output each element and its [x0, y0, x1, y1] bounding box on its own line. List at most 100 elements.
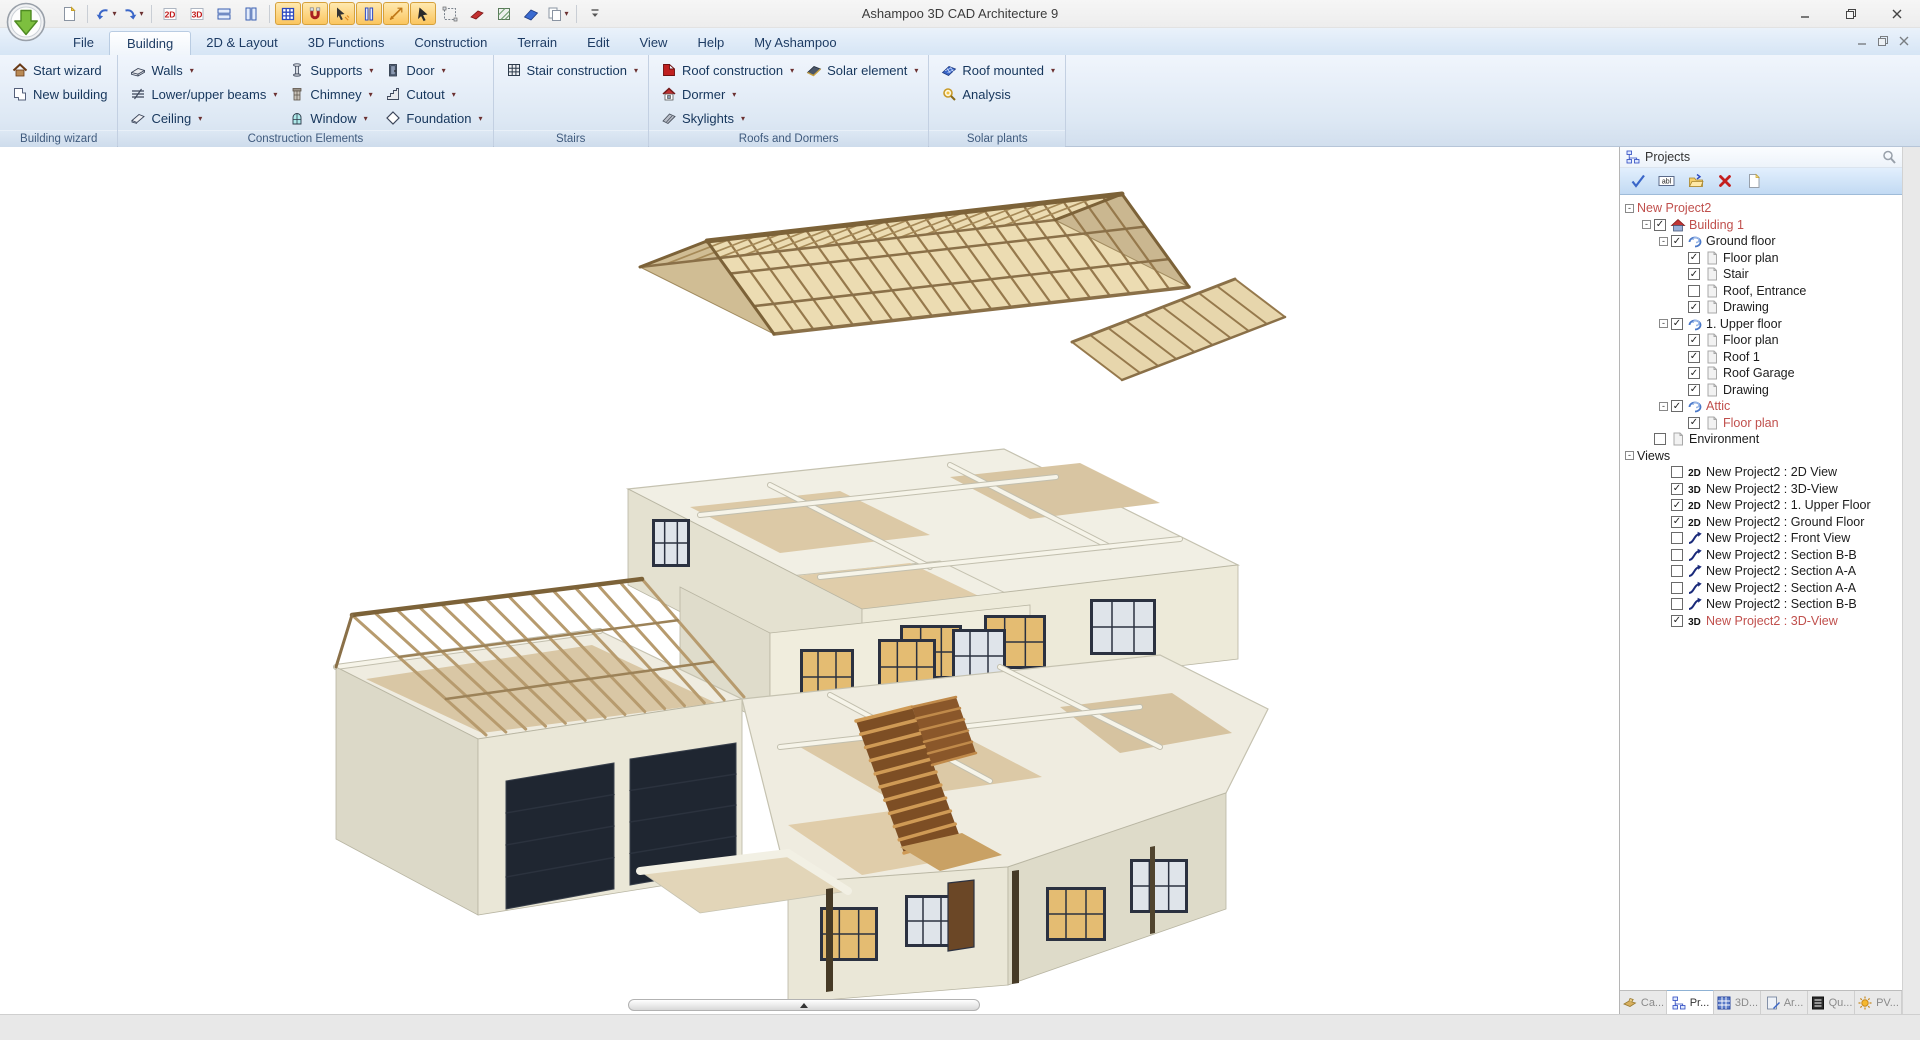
- hatch-tool-button[interactable]: [491, 2, 517, 25]
- panel-tab-3d[interactable]: 3D...: [1714, 991, 1761, 1014]
- solar-element-button[interactable]: Solar element▾: [802, 58, 922, 82]
- tree-item-roof-1[interactable]: ✓Roof 1: [1625, 349, 1902, 366]
- transform-button[interactable]: [437, 2, 463, 25]
- tab-view[interactable]: View: [625, 31, 683, 55]
- tree-item-drawing[interactable]: ✓Drawing: [1625, 382, 1902, 399]
- roof-mounted-button[interactable]: Roof mounted▾: [937, 58, 1059, 82]
- checkbox[interactable]: ✓: [1688, 384, 1700, 396]
- tree-item-new-project2[interactable]: -New Project2: [1625, 200, 1902, 217]
- tree-item-new-project2-section-a-a[interactable]: New Project2 : Section A-A: [1625, 580, 1902, 597]
- panel-tab-qu[interactable]: Qu...: [1808, 991, 1855, 1014]
- panel-tab-ca[interactable]: Ca...: [1620, 991, 1667, 1014]
- checkbox[interactable]: ✓: [1688, 367, 1700, 379]
- cursor-button[interactable]: [410, 2, 436, 25]
- door-button[interactable]: Door▾: [381, 58, 486, 82]
- panel-tab-pv[interactable]: PV...: [1855, 991, 1902, 1014]
- restore-button[interactable]: [1828, 0, 1874, 27]
- app-logo-icon[interactable]: [6, 2, 46, 42]
- checkbox[interactable]: ✓: [1688, 417, 1700, 429]
- tree-item-roof-entrance[interactable]: Roof, Entrance: [1625, 283, 1902, 300]
- toolbar-overflow-button[interactable]: [582, 2, 608, 25]
- tree-item-floor-plan[interactable]: ✓Floor plan: [1625, 332, 1902, 349]
- checkbox[interactable]: ✓: [1688, 268, 1700, 280]
- undo-button[interactable]: ▾: [93, 2, 119, 25]
- tree-item-new-project2-section-a-a[interactable]: New Project2 : Section A-A: [1625, 563, 1902, 580]
- start-wizard-button[interactable]: Start wizard: [8, 58, 111, 82]
- checkbox[interactable]: [1671, 598, 1683, 610]
- new-building-button[interactable]: New building: [8, 82, 111, 106]
- tree-item-attic[interactable]: -✓Attic: [1625, 398, 1902, 415]
- apply-check-button[interactable]: [1627, 171, 1649, 192]
- parallel-guides-button[interactable]: [356, 2, 382, 25]
- panel-tab-ar[interactable]: Ar...: [1761, 991, 1808, 1014]
- roof-construction-button[interactable]: Roof construction▾: [657, 58, 798, 82]
- expander-icon[interactable]: -: [1625, 451, 1634, 460]
- tab-help[interactable]: Help: [682, 31, 739, 55]
- tree-item-new-project2-2d-view[interactable]: 2DNew Project2 : 2D View: [1625, 464, 1902, 481]
- checkbox[interactable]: [1671, 582, 1683, 594]
- tree-item-new-project2-ground-floor[interactable]: ✓2DNew Project2 : Ground Floor: [1625, 514, 1902, 531]
- tree-item-new-project2-section-b-b[interactable]: New Project2 : Section B-B: [1625, 547, 1902, 564]
- expander-icon[interactable]: -: [1625, 204, 1634, 213]
- walls-button[interactable]: Walls▾: [126, 58, 281, 82]
- delete-button[interactable]: [1714, 171, 1736, 192]
- new-page-button[interactable]: [1743, 171, 1765, 192]
- checkbox[interactable]: ✓: [1688, 252, 1700, 264]
- tree-item-new-project2-front-view[interactable]: New Project2 : Front View: [1625, 530, 1902, 547]
- checkbox[interactable]: ✓: [1688, 334, 1700, 346]
- checkbox[interactable]: ✓: [1671, 483, 1683, 495]
- tree-item-roof-garage[interactable]: ✓Roof Garage: [1625, 365, 1902, 382]
- checkbox[interactable]: ✓: [1671, 318, 1683, 330]
- grid-button[interactable]: [275, 2, 301, 25]
- dormer-button[interactable]: Dormer▾: [657, 82, 798, 106]
- split-horizontal-button[interactable]: [211, 2, 237, 25]
- tree-item-floor-plan[interactable]: ✓Floor plan: [1625, 415, 1902, 432]
- tree-item-new-project2-section-b-b[interactable]: New Project2 : Section B-B: [1625, 596, 1902, 613]
- minimize-button[interactable]: [1782, 0, 1828, 27]
- expander-icon[interactable]: -: [1642, 220, 1651, 229]
- checkbox[interactable]: [1671, 532, 1683, 544]
- tree-item-ground-floor[interactable]: -✓Ground floor: [1625, 233, 1902, 250]
- tab-edit[interactable]: Edit: [572, 31, 624, 55]
- expander-icon[interactable]: -: [1659, 319, 1668, 328]
- checkbox[interactable]: ✓: [1654, 219, 1666, 231]
- tab-building[interactable]: Building: [109, 31, 191, 55]
- tree-item-drawing[interactable]: ✓Drawing: [1625, 299, 1902, 316]
- tree-item-new-project2-1-upper-floor[interactable]: ✓2DNew Project2 : 1. Upper Floor: [1625, 497, 1902, 514]
- checkbox[interactable]: [1654, 433, 1666, 445]
- tab-construction[interactable]: Construction: [399, 31, 502, 55]
- 2d-view-button[interactable]: 2D: [157, 2, 183, 25]
- tree-item-new-project2-3d-view[interactable]: ✓3DNew Project2 : 3D-View: [1625, 613, 1902, 630]
- roof-tool-button[interactable]: [518, 2, 544, 25]
- tab-my-ashampoo[interactable]: My Ashampoo: [739, 31, 851, 55]
- supports-button[interactable]: Supports▾: [285, 58, 377, 82]
- viewport[interactable]: [0, 147, 1619, 1014]
- rename-button[interactable]: abl: [1656, 171, 1678, 192]
- split-vertical-button[interactable]: [238, 2, 264, 25]
- 3d-view-button[interactable]: 3D: [184, 2, 210, 25]
- new-doc-button[interactable]: [56, 2, 82, 25]
- checkbox[interactable]: ✓: [1671, 516, 1683, 528]
- tree-item-views[interactable]: -Views: [1625, 448, 1902, 465]
- tree-item-environment[interactable]: Environment: [1625, 431, 1902, 448]
- tree-item-stair[interactable]: ✓Stair: [1625, 266, 1902, 283]
- tree-item-new-project2-3d-view[interactable]: ✓3DNew Project2 : 3D-View: [1625, 481, 1902, 498]
- expander-icon[interactable]: -: [1659, 237, 1668, 246]
- tree-item-building-1[interactable]: -✓Building 1: [1625, 217, 1902, 234]
- pin-icon[interactable]: [1881, 149, 1897, 165]
- bottom-panel-handle[interactable]: [628, 999, 980, 1011]
- magnet-button[interactable]: [302, 2, 328, 25]
- analysis-button[interactable]: Analysis: [937, 82, 1059, 106]
- tree-item-floor-plan[interactable]: ✓Floor plan: [1625, 250, 1902, 267]
- foundation-button[interactable]: Foundation▾: [381, 106, 486, 130]
- ceiling-button[interactable]: Ceiling▾: [126, 106, 281, 130]
- skylights-button[interactable]: Skylights▾: [657, 106, 798, 130]
- redo-button[interactable]: ▾: [120, 2, 146, 25]
- checkbox[interactable]: ✓: [1688, 351, 1700, 363]
- checkbox[interactable]: [1671, 466, 1683, 478]
- close-button[interactable]: [1874, 0, 1920, 27]
- wall-tool-button[interactable]: [464, 2, 490, 25]
- tab-2d-layout[interactable]: 2D & Layout: [191, 31, 293, 55]
- checkbox[interactable]: [1688, 285, 1700, 297]
- checkbox[interactable]: ✓: [1688, 301, 1700, 313]
